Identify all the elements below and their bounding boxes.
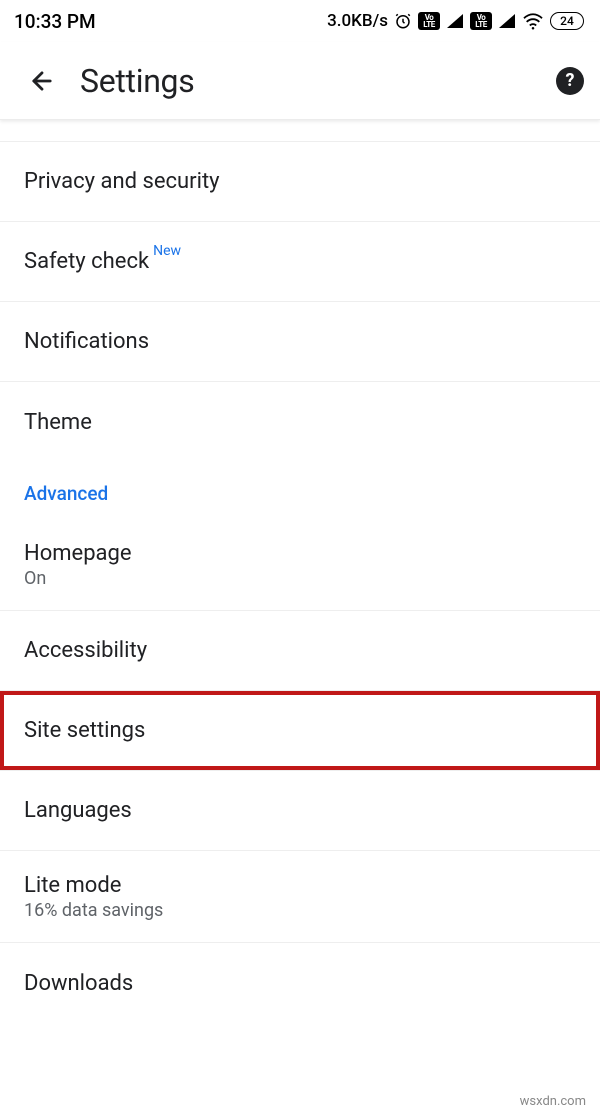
item-label: Accessibility <box>24 638 576 663</box>
alarm-icon <box>394 12 412 30</box>
settings-list: Privacy and security Safety checkNew Not… <box>0 120 600 1023</box>
status-time: 10:33 PM <box>14 10 96 33</box>
new-badge: New <box>153 243 181 259</box>
volte-icon-2: VoLTE <box>470 12 492 30</box>
item-label: Safety checkNew <box>24 249 576 274</box>
arrow-left-icon <box>28 67 56 95</box>
item-label: Site settings <box>24 718 576 743</box>
item-label: Notifications <box>24 329 576 354</box>
volte-icon-1: VoLTE <box>418 12 440 30</box>
settings-item-accessibility[interactable]: Accessibility <box>0 611 600 691</box>
signal-icon-2 <box>498 14 516 28</box>
help-button[interactable]: ? <box>556 67 584 95</box>
item-label: Lite mode <box>24 873 576 898</box>
status-bar: 10:33 PM 3.0KB/s VoLTE VoLTE 24 <box>0 0 600 42</box>
item-label: Theme <box>24 410 576 435</box>
settings-item-theme[interactable]: Theme <box>0 382 600 462</box>
settings-item-notifications[interactable]: Notifications <box>0 302 600 382</box>
watermark: wsxdn.com <box>516 1094 590 1109</box>
item-label: Languages <box>24 798 576 823</box>
settings-item-site-settings[interactable]: Site settings <box>0 691 600 771</box>
item-sublabel: 16% data savings <box>24 900 576 921</box>
help-icon: ? <box>566 70 575 91</box>
item-label: Downloads <box>24 971 576 996</box>
settings-item-homepage[interactable]: Homepage On <box>0 519 600 611</box>
signal-icon-1 <box>446 14 464 28</box>
back-button[interactable] <box>20 59 64 103</box>
section-header-advanced: Advanced <box>0 462 600 519</box>
app-header: Settings ? <box>0 42 600 120</box>
settings-item-privacy[interactable]: Privacy and security <box>0 142 600 222</box>
settings-item-languages[interactable]: Languages <box>0 771 600 851</box>
wifi-icon <box>522 12 544 30</box>
item-label: Privacy and security <box>24 169 576 194</box>
status-right: 3.0KB/s VoLTE VoLTE 24 <box>327 11 584 31</box>
item-sublabel: On <box>24 568 576 589</box>
page-title: Settings <box>80 62 194 100</box>
settings-item-lite-mode[interactable]: Lite mode 16% data savings <box>0 851 600 943</box>
network-speed: 3.0KB/s <box>327 11 388 31</box>
settings-item-downloads[interactable]: Downloads <box>0 943 600 1023</box>
battery-icon: 24 <box>550 12 584 30</box>
list-top-gap <box>0 120 600 142</box>
item-label: Homepage <box>24 541 576 566</box>
settings-item-safety-check[interactable]: Safety checkNew <box>0 222 600 302</box>
